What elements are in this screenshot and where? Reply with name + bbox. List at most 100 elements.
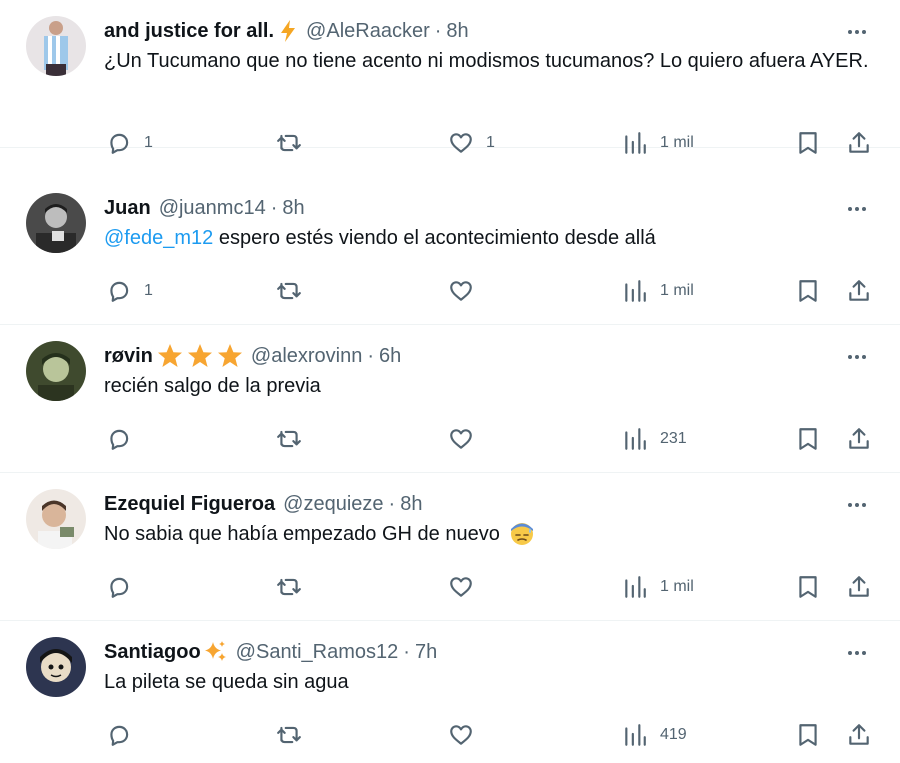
bookmark-button[interactable] [795, 720, 821, 750]
handle[interactable]: @juanmc14 [159, 197, 266, 220]
timestamp[interactable]: 6h [379, 345, 401, 368]
reply-button[interactable] [106, 424, 132, 454]
retweet-icon [277, 726, 301, 744]
display-name[interactable]: and justice for all. [104, 20, 274, 43]
handle[interactable]: @zequieze [283, 493, 383, 516]
retweet-button[interactable] [276, 720, 302, 750]
heart-icon [450, 133, 472, 153]
timestamp[interactable]: 8h [446, 20, 468, 43]
views-button[interactable]: 231 [622, 424, 687, 454]
separator: · [367, 344, 375, 367]
like-button[interactable] [448, 572, 474, 602]
share-button[interactable] [846, 424, 872, 454]
reply-button[interactable]: 1 [106, 276, 153, 306]
avatar[interactable] [26, 193, 86, 253]
retweet-button[interactable] [276, 424, 302, 454]
tweet-body: La pileta se queda sin agua [104, 671, 349, 693]
view-count: 419 [660, 726, 687, 743]
tweet[interactable]: Santiagoo @Santi_Ramos12 · 7h La pileta … [0, 621, 900, 763]
share-button[interactable] [846, 720, 872, 750]
views-button[interactable]: 419 [622, 720, 687, 750]
views-icon [625, 724, 646, 746]
like-button[interactable] [448, 424, 474, 454]
tweet-actions: 419 [0, 720, 900, 750]
retweet-icon [277, 134, 301, 152]
reply-button[interactable] [106, 720, 132, 750]
reply-icon [110, 725, 129, 746]
retweet-button[interactable] [276, 276, 302, 306]
like-count: 1 [486, 134, 495, 151]
bookmark-button[interactable] [795, 128, 821, 158]
reply-icon [110, 429, 129, 450]
reply-icon [110, 133, 129, 154]
views-icon [625, 132, 646, 154]
bookmark-icon [799, 724, 817, 746]
sparkles-emoji [202, 639, 228, 665]
like-button[interactable] [448, 720, 474, 750]
retweet-icon [277, 578, 301, 596]
share-icon [849, 576, 869, 597]
view-count: 1 mil [660, 282, 694, 299]
display-name[interactable]: Santiagoo [104, 641, 201, 664]
reply-button[interactable] [106, 572, 132, 602]
handle[interactable]: @Santi_Ramos12 [236, 641, 399, 664]
view-count: 1 mil [660, 578, 694, 595]
tweet-text: @fede_m12 espero estés viendo el acontec… [104, 223, 874, 253]
tweet-body: recién salgo de la previa [104, 375, 321, 397]
timestamp[interactable]: 8h [400, 493, 422, 516]
bookmark-icon [799, 428, 817, 450]
tweet-actions: 1 mil [0, 572, 900, 602]
tweet[interactable]: røvin @alexrovinn · 6h recién salgo de l… [0, 325, 900, 473]
bookmark-button[interactable] [795, 276, 821, 306]
display-name[interactable]: Juan [104, 197, 151, 220]
views-button[interactable]: 1 mil [622, 276, 694, 306]
share-icon [849, 724, 869, 745]
separator: · [403, 640, 410, 663]
more-icon[interactable] [836, 493, 878, 517]
tweet[interactable]: Juan @juanmc14 · 8h @fede_m12 espero est… [0, 177, 900, 325]
display-name[interactable]: Ezequiel Figueroa [104, 493, 275, 516]
bookmark-button[interactable] [795, 572, 821, 602]
tweet-header: Santiagoo @Santi_Ramos12 · 7h [104, 639, 437, 665]
tweet-text: La pileta se queda sin agua [104, 667, 874, 697]
three-stars-emoji [157, 343, 243, 369]
mention-link[interactable]: @fede_m12 [104, 227, 213, 249]
tweet[interactable]: Ezequiel Figueroa @zequieze · 8h No sabi… [0, 473, 900, 621]
more-icon[interactable] [836, 641, 878, 665]
tweet-actions: 1 1 mil [0, 276, 900, 306]
views-icon [625, 428, 646, 450]
reply-count: 1 [144, 282, 153, 299]
reply-button[interactable]: 1 [106, 128, 153, 158]
avatar[interactable] [26, 16, 86, 76]
retweet-button[interactable] [276, 128, 302, 158]
views-button[interactable]: 1 mil [622, 128, 694, 158]
tweet[interactable]: and justice for all. @AleRaacker · 8h ¿U… [0, 0, 900, 154]
handle[interactable]: @alexrovinn [251, 345, 362, 368]
share-button[interactable] [846, 276, 872, 306]
share-button[interactable] [846, 572, 872, 602]
tweet-text: No sabia que había empezado GH de nuevo [104, 519, 874, 549]
views-button[interactable]: 1 mil [622, 572, 694, 602]
share-button[interactable] [846, 128, 872, 158]
avatar[interactable] [26, 489, 86, 549]
more-icon[interactable] [836, 345, 878, 369]
tweet-body: No sabia que había empezado GH de nuevo [104, 523, 500, 545]
avatar[interactable] [26, 637, 86, 697]
retweet-icon [277, 282, 301, 300]
display-name[interactable]: røvin [104, 345, 153, 368]
timestamp[interactable]: 7h [415, 641, 437, 664]
like-button[interactable]: 1 [448, 128, 495, 158]
separator: · [434, 19, 442, 42]
more-icon[interactable] [836, 20, 878, 44]
timestamp[interactable]: 8h [282, 197, 304, 220]
avatar[interactable] [26, 341, 86, 401]
handle[interactable]: @AleRaacker [306, 20, 430, 43]
like-button[interactable] [448, 276, 474, 306]
bookmark-button[interactable] [795, 424, 821, 454]
tweet-actions: 231 [0, 424, 900, 454]
views-icon [625, 576, 646, 598]
retweet-button[interactable] [276, 572, 302, 602]
bookmark-icon [799, 576, 817, 598]
reply-icon [110, 281, 129, 302]
more-icon[interactable] [836, 197, 878, 221]
